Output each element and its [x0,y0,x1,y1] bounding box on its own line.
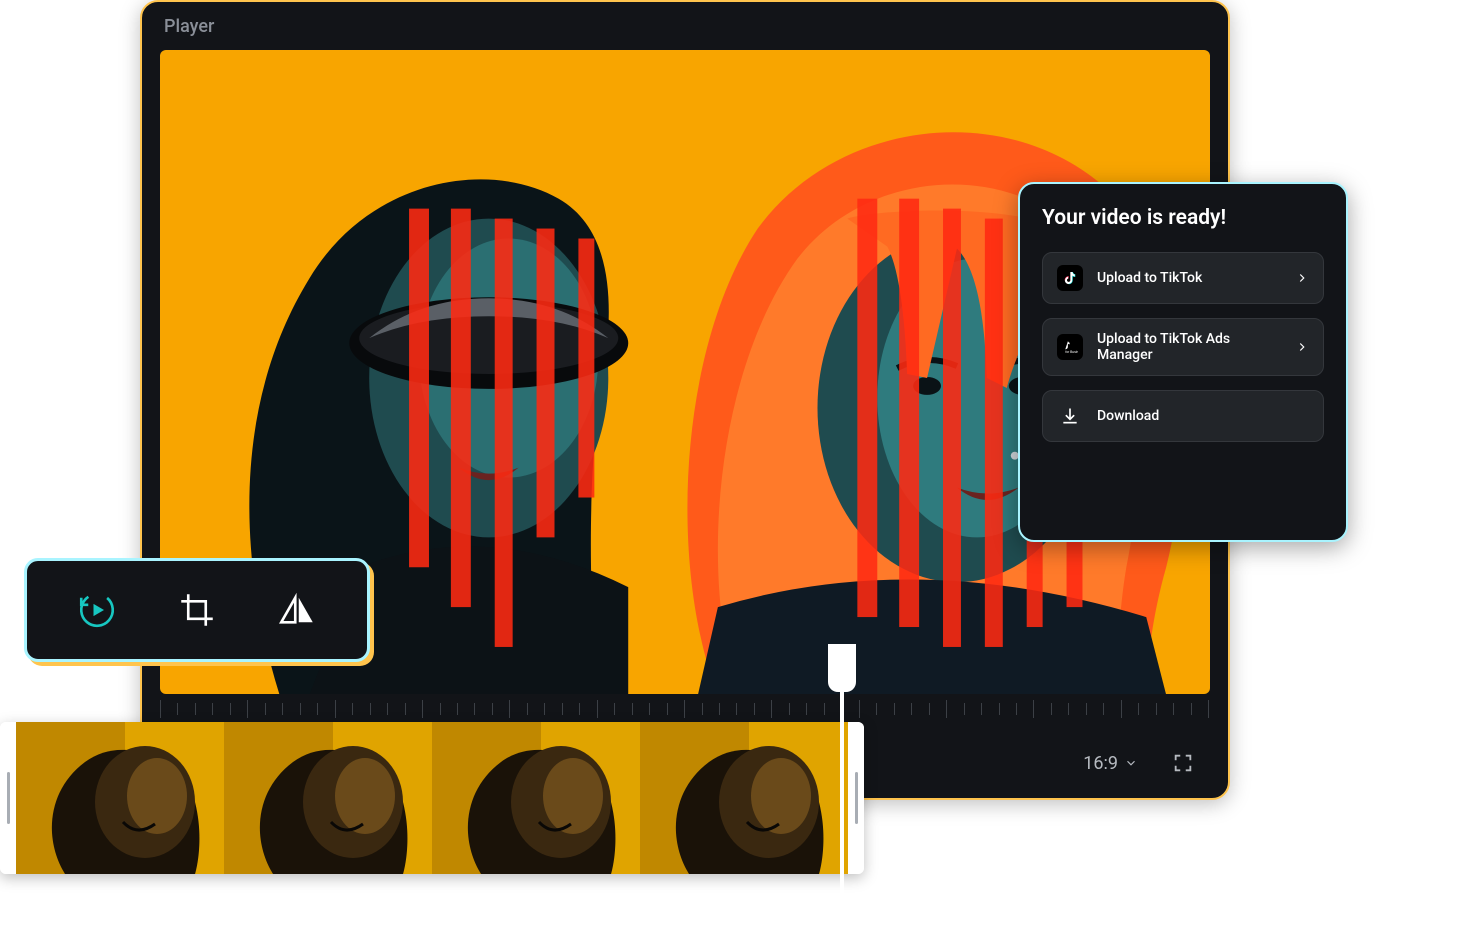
export-panel: Your video is ready! Upload to TikTok fo… [1018,182,1348,542]
frame-thumbnail [432,722,640,874]
fullscreen-icon [1172,752,1194,774]
replay-tool[interactable] [67,580,127,640]
svg-text:for Business: for Business [1065,350,1078,354]
option-label: Upload to TikTok [1097,270,1281,286]
option-label: Upload to TikTok Ads Manager [1097,331,1281,363]
crop-tool[interactable] [167,580,227,640]
frame-thumbnail [16,722,224,874]
replay-icon [76,589,118,631]
edit-toolbar [24,558,370,662]
crop-icon [176,589,218,631]
chevron-right-icon [1295,271,1309,285]
flip-tool[interactable] [267,580,327,640]
fullscreen-button[interactable] [1168,748,1198,778]
player-title: Player [142,2,1228,45]
clip-frames [16,722,848,874]
download-icon [1057,403,1083,429]
chevron-right-icon [1295,340,1309,354]
upload-tiktok-ads-button[interactable]: for Business Upload to TikTok Ads Manage… [1042,318,1324,376]
upload-tiktok-button[interactable]: Upload to TikTok [1042,252,1324,304]
tiktok-ads-icon: for Business [1057,334,1083,360]
option-label: Download [1097,408,1309,424]
timeline-ruler[interactable] [160,698,1210,720]
download-button[interactable]: Download [1042,390,1324,442]
clip-handle-right[interactable] [848,722,864,874]
timeline-clip[interactable] [0,722,864,874]
aspect-ratio-value: 16:9 [1083,753,1118,774]
export-title: Your video is ready! [1042,206,1324,230]
clip-handle-left[interactable] [0,722,16,874]
flip-horizontal-icon [276,589,318,631]
chevron-down-icon [1124,756,1138,770]
tiktok-icon [1057,265,1083,291]
frame-thumbnail [224,722,432,874]
aspect-ratio-selector[interactable]: 16:9 [1083,753,1138,774]
frame-thumbnail [640,722,848,874]
